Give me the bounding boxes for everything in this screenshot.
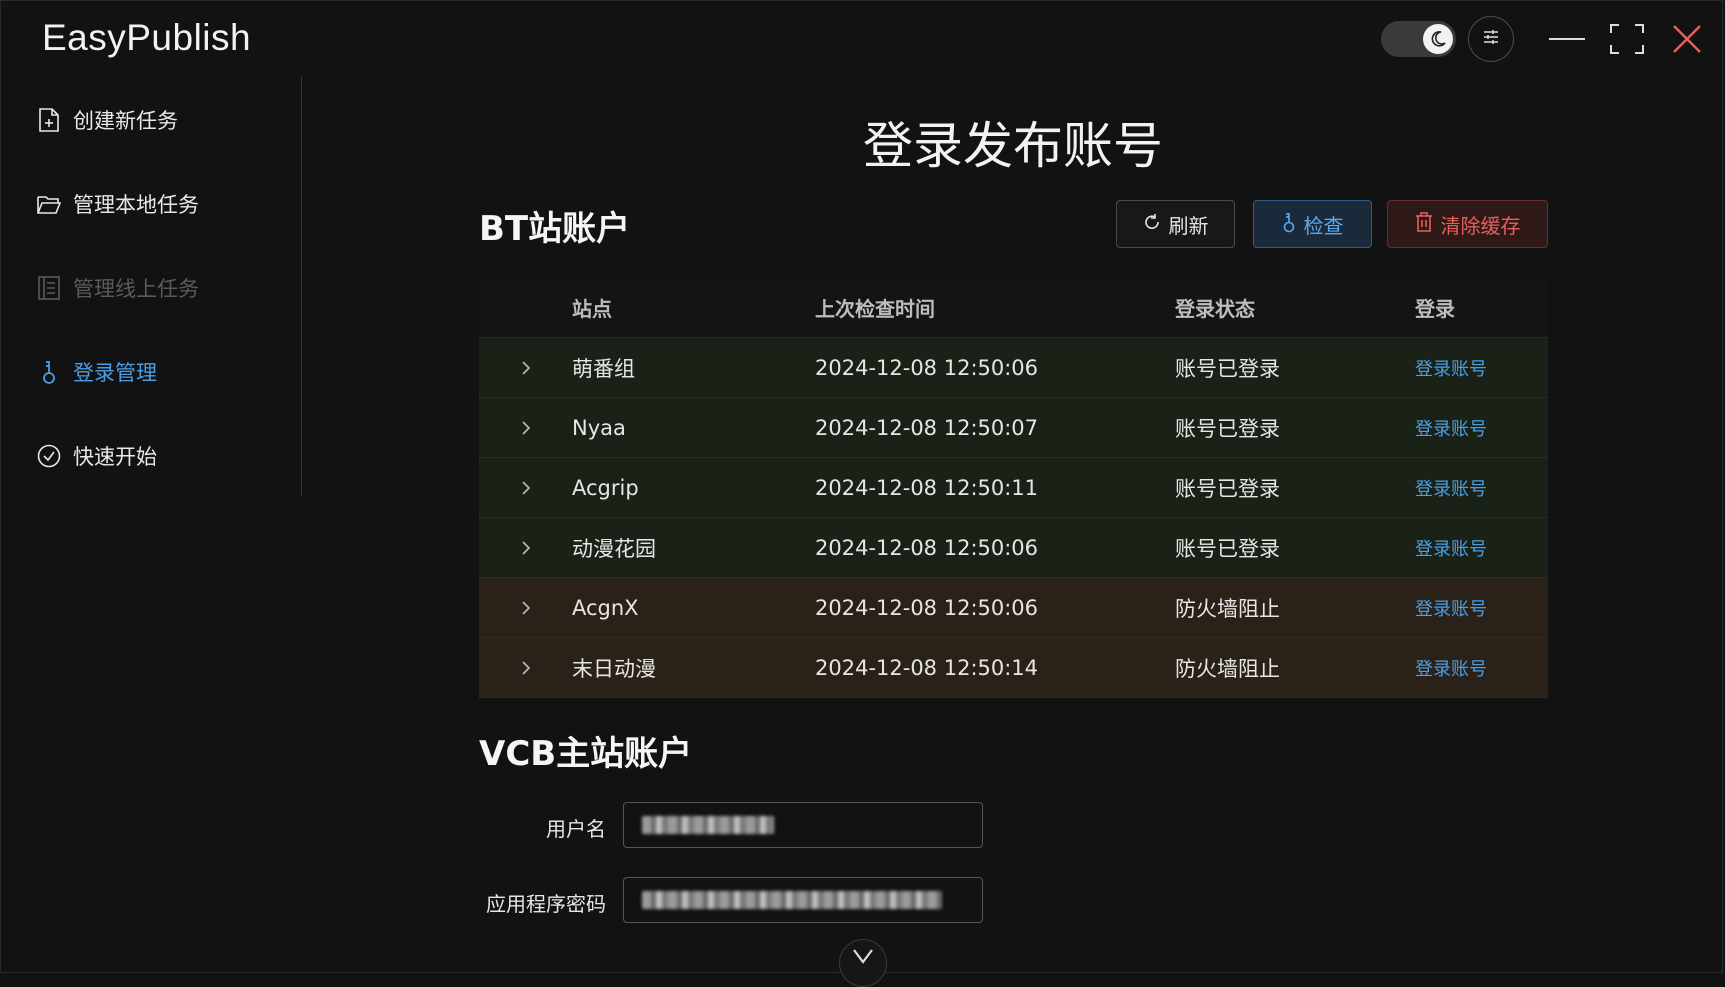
sidebar-item-local-tasks[interactable]: 管理本地任务 <box>37 189 199 219</box>
check-button[interactable]: 检查 <box>1253 200 1372 248</box>
refresh-icon <box>1143 212 1161 236</box>
app-password-label: 应用程序密码 <box>486 892 606 916</box>
expand-chevron-icon[interactable] <box>479 420 572 436</box>
cell-site: Acgrip <box>572 475 639 500</box>
chevron-down-icon <box>852 948 874 968</box>
cell-status: 防火墙阻止 <box>1175 656 1280 681</box>
sidebar-item-quick-start[interactable]: 快速开始 <box>37 441 157 471</box>
maximize-button[interactable] <box>1605 19 1649 59</box>
key-icon <box>1282 211 1296 238</box>
sidebar-item-label: 登录管理 <box>73 361 157 385</box>
sidebar-item-label: 快速开始 <box>73 445 157 469</box>
login-account-link[interactable]: 登录账号 <box>1415 419 1487 440</box>
column-header-time: 上次检查时间 <box>815 297 935 321</box>
cell-time: 2024-12-08 12:50:06 <box>815 595 1039 620</box>
cell-site: AcgnX <box>572 595 639 620</box>
sidebar-item-label: 管理本地任务 <box>73 193 199 217</box>
clear-cache-label: 清除缓存 <box>1440 213 1521 238</box>
column-header-login: 登录 <box>1415 297 1455 321</box>
expand-chevron-icon[interactable] <box>479 360 572 376</box>
login-account-link[interactable]: 登录账号 <box>1415 599 1487 620</box>
cell-status: 账号已登录 <box>1175 476 1280 501</box>
cell-time: 2024-12-08 12:50:06 <box>815 535 1039 560</box>
username-field[interactable] <box>623 802 983 848</box>
cell-status: 防火墙阻止 <box>1175 596 1280 621</box>
cell-time: 2024-12-08 12:50:14 <box>815 655 1039 680</box>
check-label: 检查 <box>1303 213 1344 238</box>
cell-time: 2024-12-08 12:50:07 <box>815 415 1039 440</box>
sidebar-item-login-management[interactable]: 登录管理 <box>37 357 157 387</box>
cell-status: 账号已登录 <box>1175 416 1280 441</box>
bt-accounts-table: 站点 上次检查时间 登录状态 登录 萌番组 2024-12-08 12:50:06… <box>479 278 1548 698</box>
minimize-button[interactable] <box>1545 19 1589 59</box>
sidebar-item-online-tasks[interactable]: 管理线上任务 <box>37 273 199 303</box>
folder-icon <box>37 192 61 216</box>
cell-site: Nyaa <box>572 415 626 440</box>
sidebar-item-label: 管理线上任务 <box>73 277 199 301</box>
table-row: 动漫花园 2024-12-08 12:50:06 账号已登录 登录账号 <box>479 518 1548 578</box>
expand-chevron-icon[interactable] <box>479 600 572 616</box>
expand-chevron-icon[interactable] <box>479 480 572 496</box>
table-header: 站点 上次检查时间 登录状态 登录 <box>479 278 1548 338</box>
cell-time: 2024-12-08 12:50:11 <box>815 475 1039 500</box>
scroll-down-button[interactable] <box>839 939 887 987</box>
vcb-section-title: VCB主站账户 <box>479 734 693 774</box>
table-row: Acgrip 2024-12-08 12:50:11 账号已登录 登录账号 <box>479 458 1548 518</box>
refresh-button[interactable]: 刷新 <box>1116 200 1235 248</box>
app-title: EasyPublish <box>42 17 252 58</box>
cell-time: 2024-12-08 12:50:06 <box>815 355 1039 380</box>
redacted-value <box>642 816 774 834</box>
login-account-link[interactable]: 登录账号 <box>1415 359 1487 380</box>
bt-section-title: BT站账户 <box>479 209 631 249</box>
list-icon <box>37 276 61 300</box>
key-icon <box>37 360 61 384</box>
cell-site: 动漫花园 <box>572 536 656 561</box>
refresh-label: 刷新 <box>1168 213 1209 238</box>
table-row: Nyaa 2024-12-08 12:50:07 账号已登录 登录账号 <box>479 398 1548 458</box>
column-header-site: 站点 <box>572 297 612 321</box>
theme-toggle[interactable] <box>1381 21 1456 57</box>
login-account-link[interactable]: 登录账号 <box>1415 659 1487 680</box>
moon-icon <box>1423 24 1453 54</box>
login-account-link[interactable]: 登录账号 <box>1415 479 1487 500</box>
expand-chevron-icon[interactable] <box>479 660 572 676</box>
page-title: 登录发布账号 <box>863 117 1163 175</box>
expand-chevron-icon[interactable] <box>479 540 572 556</box>
username-label: 用户名 <box>546 817 606 841</box>
column-header-status: 登录状态 <box>1175 297 1255 321</box>
table-row: 末日动漫 2024-12-08 12:50:14 防火墙阻止 登录账号 <box>479 638 1548 698</box>
cell-site: 末日动漫 <box>572 656 656 681</box>
login-account-link[interactable]: 登录账号 <box>1415 539 1487 560</box>
cell-status: 账号已登录 <box>1175 356 1280 381</box>
sliders-icon <box>1482 28 1500 50</box>
app-window: EasyPublish 创建新任务 管理本地任务 管理线上任务 登录管理 快速开… <box>0 0 1723 987</box>
settings-button[interactable] <box>1468 16 1514 62</box>
close-button[interactable] <box>1665 19 1709 59</box>
table-row: AcgnX 2024-12-08 12:50:06 防火墙阻止 登录账号 <box>479 578 1548 638</box>
check-circle-icon <box>37 444 61 468</box>
redacted-value <box>642 891 942 909</box>
trash-icon <box>1415 211 1433 237</box>
cell-site: 萌番组 <box>572 356 635 381</box>
cell-status: 账号已登录 <box>1175 536 1280 561</box>
clear-cache-button[interactable]: 清除缓存 <box>1387 200 1548 248</box>
app-password-field[interactable] <box>623 877 983 923</box>
table-row: 萌番组 2024-12-08 12:50:06 账号已登录 登录账号 <box>479 338 1548 398</box>
